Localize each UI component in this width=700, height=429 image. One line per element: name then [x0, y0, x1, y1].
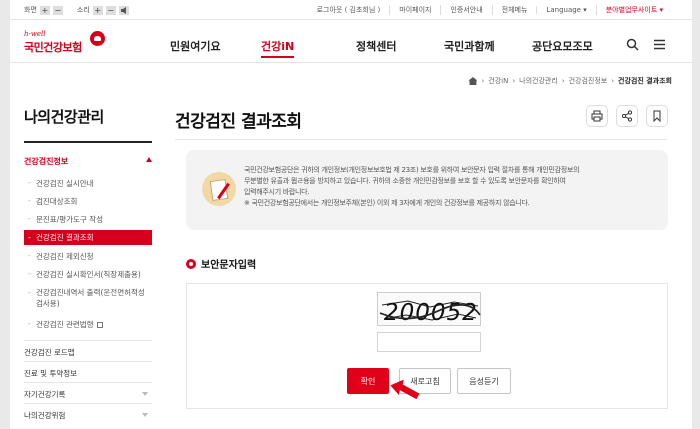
- bookmark-icon: [653, 110, 661, 122]
- lnb-sub-result[interactable]: 건강검진 결과조회: [24, 230, 152, 245]
- home-icon[interactable]: [468, 77, 478, 85]
- nav-policy[interactable]: 정책센터: [356, 38, 396, 54]
- page-actions: [586, 105, 668, 127]
- zoom-in-button[interactable]: +: [39, 5, 50, 15]
- nav-about[interactable]: 공단요모조모: [532, 38, 593, 54]
- browser-page: 화면 + − 소리 + − 로그아웃 ( 김초희님 ) 마이페이지 인증서안내 …: [10, 0, 692, 429]
- lnb-sub-print[interactable]: 건강검진내역서 출력(운전면허적성 검사용): [24, 287, 152, 309]
- captcha-code: 200052: [384, 300, 478, 326]
- breadcrumb-item[interactable]: 나의건강관리: [519, 76, 558, 86]
- breadcrumb: › 건강iN › 나의건강관리 › 건강검진정보 › 건강검진 결과조회: [468, 76, 672, 86]
- zoom-label: 화면: [24, 6, 37, 14]
- nav-civil[interactable]: 민원여기요: [170, 38, 221, 54]
- lnb-treatment[interactable]: 진료 및 투약정보: [24, 361, 152, 381]
- lnb-sub-target[interactable]: 검진대상조회: [24, 196, 152, 207]
- notice-line: 입력해주시기 바랍니다.: [244, 188, 310, 196]
- privacy-notice: 국민건강보험공단은 귀하의 개인정보(개인정보보호법 제 23조) 보호를 위하…: [186, 150, 668, 230]
- language-select[interactable]: Language ▾: [536, 6, 595, 14]
- notice-text: 국민건강보험공단은 귀하의 개인정보(개인정보보호법 제 23조) 보호를 위하…: [244, 165, 656, 209]
- notice-line: 국민건강보험공단은 귀하의 개인정보(개인정보보호법 제 23조) 보호를 위하…: [244, 166, 580, 174]
- logout-link[interactable]: 로그아웃 ( 김초희님 ): [308, 5, 390, 15]
- bookmark-button[interactable]: [646, 105, 668, 127]
- lnb-sub-print-line2: 검사용): [36, 299, 60, 308]
- content-divider: [175, 139, 667, 140]
- lnb-sub-law-label: 건강검진 관련법령: [36, 320, 94, 329]
- page-title: 건강검진 결과조회: [175, 112, 302, 132]
- external-link-icon: [96, 322, 103, 328]
- lnb-section-label: 건강검진정보: [24, 157, 69, 166]
- lnb-section-checkup[interactable]: 건강검진정보: [24, 156, 152, 167]
- lnb-risk-label: 나의건강위험: [24, 411, 66, 420]
- lnb-self-record-label: 자기건강기록: [24, 390, 66, 399]
- share-icon: [621, 110, 633, 122]
- mypage-link[interactable]: 마이페이지: [389, 5, 440, 15]
- nav-together[interactable]: 국민과함께: [444, 38, 495, 54]
- lnb-sub-print-line1: 건강검진내역서 출력(운전면허적성: [36, 288, 145, 297]
- lnb-title: 나의건강관리: [24, 108, 104, 126]
- audio-button[interactable]: 음성듣기: [457, 368, 511, 394]
- nav-health-in[interactable]: 건강iN: [261, 38, 295, 58]
- logo-name: 국민건강보험: [24, 41, 82, 54]
- header-icons: [626, 38, 666, 51]
- lnb-risk[interactable]: 나의건강위험: [24, 403, 152, 423]
- expand-arrow-icon: [142, 413, 148, 417]
- expand-arrow-icon: [142, 392, 148, 396]
- breadcrumb-item[interactable]: 건강iN: [488, 76, 508, 86]
- sound-down-button[interactable]: −: [105, 5, 116, 15]
- site-logo[interactable]: h-well 국민건강보험: [24, 30, 105, 56]
- sound-up-button[interactable]: +: [92, 5, 103, 15]
- breadcrumb-item[interactable]: 건강검진정보: [569, 76, 608, 86]
- all-menu-link[interactable]: 전체메뉴: [491, 5, 537, 15]
- header-divider: [10, 62, 692, 63]
- lnb-sub-exclude[interactable]: 건강검진 제외신청: [24, 251, 152, 262]
- logo-mark-icon: [90, 31, 105, 46]
- notice-line: ※ 국민건강보험공단에서는 개인정보주체(본인) 이외 제 3자에게 개인의 건…: [244, 199, 530, 207]
- section-bullet-icon: [186, 258, 196, 269]
- captcha-input[interactable]: [377, 332, 481, 352]
- utility-links: 로그아웃 ( 김초희님 ) 마이페이지 인증서안내 전체메뉴 Language …: [308, 5, 672, 15]
- lnb-divider: [24, 141, 152, 143]
- sound-label: 소리: [76, 6, 90, 14]
- notice-line: 무분별한 유출과 뭡ㄹ용을 방지하고 있습니다. 귀하의 소중한 개인민감정보를…: [244, 177, 566, 185]
- document-pen-icon: [202, 172, 236, 206]
- section-title: 보안문자입력: [186, 256, 256, 271]
- share-button[interactable]: [616, 105, 638, 127]
- captcha-image: 200052: [377, 292, 481, 326]
- zoom-controls: 화면 + − 소리 + −: [24, 5, 129, 15]
- menu-icon[interactable]: [653, 38, 666, 51]
- lnb-roadmap[interactable]: 건강검진 로드맵: [24, 340, 152, 360]
- print-icon: [591, 110, 603, 122]
- lnb-sub-law[interactable]: 건강검진 관련법령: [24, 319, 152, 330]
- lnb-sub-questionnaire[interactable]: 문진표/평가도구 작성: [24, 214, 152, 225]
- search-icon[interactable]: [626, 38, 639, 51]
- pointer-arrow-icon: [390, 379, 420, 400]
- confirm-button[interactable]: 확인: [347, 368, 389, 394]
- print-button[interactable]: [586, 105, 608, 127]
- zoom-out-button[interactable]: −: [52, 5, 63, 15]
- captcha-box: 200052 확인 새로고침 음성듣기: [186, 283, 668, 409]
- lnb-sub-confirm[interactable]: 건강검진 실시확인서(직장제출용): [24, 269, 152, 280]
- site-select[interactable]: 분야별업무사이트 ▾: [595, 5, 672, 15]
- speaker-icon[interactable]: [118, 5, 129, 15]
- lnb-self-record[interactable]: 자기건강기록: [24, 382, 152, 402]
- section-title-text: 보안문자입력: [201, 260, 257, 271]
- breadcrumb-current: 건강검진 결과조회: [618, 77, 672, 85]
- collapse-arrow-icon: [146, 157, 152, 162]
- utility-bar: 화면 + − 소리 + − 로그아웃 ( 김초희님 ) 마이페이지 인증서안내 …: [10, 0, 692, 20]
- certificate-link[interactable]: 인증서안내: [440, 5, 491, 15]
- logo-hwell: h-well: [24, 30, 46, 38]
- lnb-sub-guide[interactable]: 건강검진 실시안내: [24, 178, 152, 189]
